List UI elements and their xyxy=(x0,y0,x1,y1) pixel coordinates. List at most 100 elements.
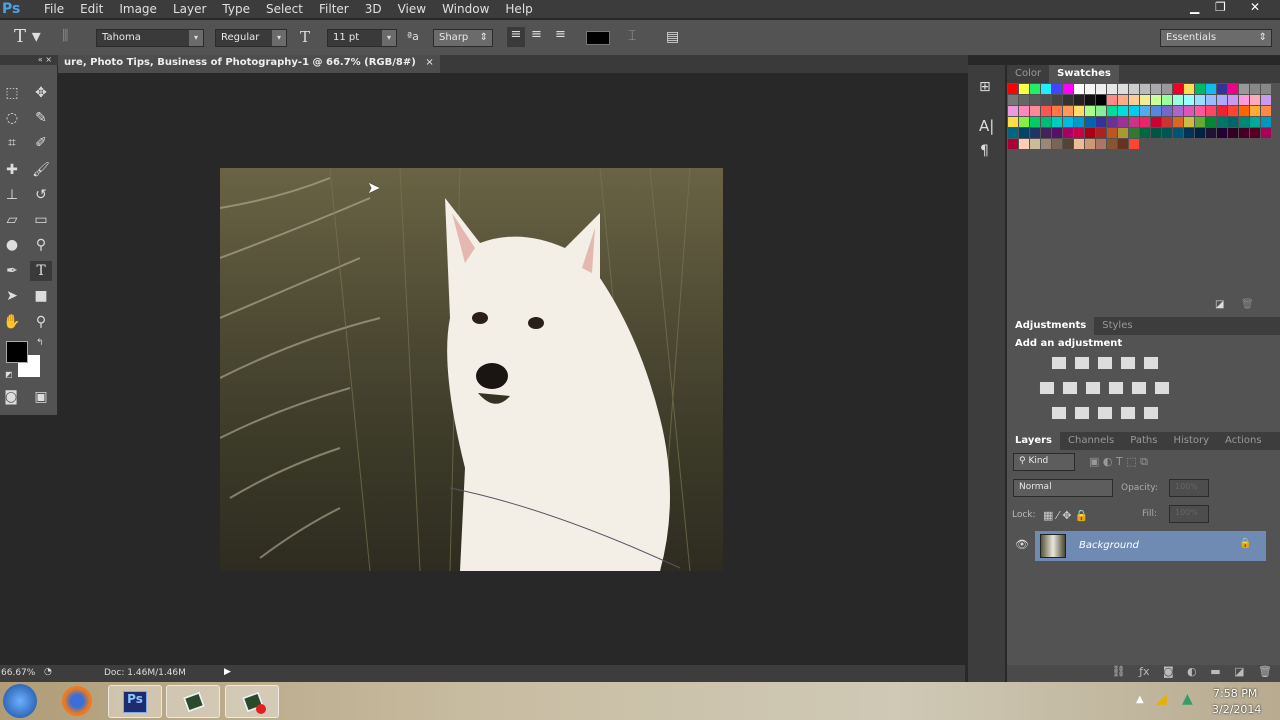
swatch[interactable] xyxy=(1041,128,1051,138)
restore-icon[interactable]: ❐ xyxy=(1215,0,1226,14)
swatch[interactable] xyxy=(1217,117,1227,127)
menu-window[interactable]: Window xyxy=(434,2,497,16)
swatch[interactable] xyxy=(1052,95,1062,105)
swap-colors-icon[interactable]: ↰ xyxy=(36,338,44,348)
hand-tool-icon[interactable]: ✋ xyxy=(1,312,23,332)
swatch[interactable] xyxy=(1030,95,1040,105)
new-swatch-icon[interactable]: ◪ xyxy=(1215,299,1224,310)
swatch[interactable] xyxy=(1250,84,1260,94)
drive-icon[interactable]: ▲ xyxy=(1182,691,1193,707)
align-left-button[interactable]: ≡ xyxy=(507,27,525,47)
swatch[interactable] xyxy=(1206,95,1216,105)
swatch[interactable] xyxy=(1008,106,1018,116)
swatch[interactable] xyxy=(1217,95,1227,105)
swatch[interactable] xyxy=(1261,106,1271,116)
adjustment-icon[interactable] xyxy=(1108,381,1124,395)
swatch[interactable] xyxy=(1217,128,1227,138)
swatch[interactable] xyxy=(1195,128,1205,138)
swatch[interactable] xyxy=(1118,84,1128,94)
clock-time[interactable]: 7:58 PM xyxy=(1213,687,1257,700)
swatch[interactable] xyxy=(1151,84,1161,94)
swatch[interactable] xyxy=(1206,117,1216,127)
text-orientation-icon[interactable]: ⫼ xyxy=(62,28,68,44)
swatch[interactable] xyxy=(1261,128,1271,138)
menu-view[interactable]: View xyxy=(390,2,434,16)
swatches-grid[interactable] xyxy=(1008,84,1271,149)
swatch[interactable] xyxy=(1140,117,1150,127)
layer-row[interactable]: 👁 Background 🔒 xyxy=(1007,531,1280,561)
history-panel-icon[interactable]: ⊞ xyxy=(979,79,991,95)
visibility-eye-icon[interactable]: 👁 xyxy=(1015,538,1029,551)
swatch[interactable] xyxy=(1195,95,1205,105)
swatch[interactable] xyxy=(1250,106,1260,116)
swatch[interactable] xyxy=(1019,106,1029,116)
swatch[interactable] xyxy=(1206,84,1216,94)
document-image[interactable] xyxy=(220,168,723,571)
swatch[interactable] xyxy=(1008,139,1018,149)
swatch[interactable] xyxy=(1261,117,1271,127)
align-center-button[interactable]: ≡ xyxy=(531,27,542,42)
swatch[interactable] xyxy=(1217,84,1227,94)
tab-color[interactable]: Color xyxy=(1007,65,1049,83)
swatch[interactable] xyxy=(1096,106,1106,116)
swatch[interactable] xyxy=(1030,84,1040,94)
swatch[interactable] xyxy=(1184,95,1194,105)
menu-edit[interactable]: Edit xyxy=(72,2,111,16)
swatch[interactable] xyxy=(1019,95,1029,105)
swatch[interactable] xyxy=(1041,95,1051,105)
font-family-select[interactable]: Tahoma ▾ xyxy=(96,29,204,47)
show-hidden-icons[interactable]: ▲ xyxy=(1136,694,1144,705)
swatch[interactable] xyxy=(1118,106,1128,116)
swatch[interactable] xyxy=(1261,84,1271,94)
swatch[interactable] xyxy=(1107,95,1117,105)
swatch[interactable] xyxy=(1195,117,1205,127)
swatch[interactable] xyxy=(1129,139,1139,149)
swatch[interactable] xyxy=(1096,95,1106,105)
adjustment-icon[interactable] xyxy=(1085,381,1101,395)
layer-filter-select[interactable]: ⚲ Kind xyxy=(1013,453,1075,471)
swatch[interactable] xyxy=(1228,106,1238,116)
adjustment-icon[interactable] xyxy=(1120,356,1136,370)
swatch[interactable] xyxy=(1074,117,1084,127)
swatch[interactable] xyxy=(1118,95,1128,105)
swatch[interactable] xyxy=(1239,84,1249,94)
swatch[interactable] xyxy=(1228,84,1238,94)
swatch[interactable] xyxy=(1184,117,1194,127)
swatch[interactable] xyxy=(1063,139,1073,149)
adjustment-icon[interactable] xyxy=(1051,406,1067,420)
taskbar-app-3[interactable] xyxy=(225,685,279,718)
text-color-swatch[interactable] xyxy=(586,31,610,45)
tab-layers[interactable]: Layers xyxy=(1007,432,1060,450)
firefox-icon[interactable] xyxy=(62,686,92,716)
swatch[interactable] xyxy=(1151,106,1161,116)
warp-text-icon[interactable]: ⌶ xyxy=(628,28,636,44)
swatch[interactable] xyxy=(1052,84,1062,94)
character-panel-icon[interactable]: ▤ xyxy=(666,29,679,45)
swatch[interactable] xyxy=(1052,106,1062,116)
swatch[interactable] xyxy=(1195,84,1205,94)
type-tool-preset-icon[interactable]: T ▾ xyxy=(14,26,41,47)
quick-mask-icon[interactable]: ◙ xyxy=(0,387,22,407)
gradient-tool-icon[interactable]: ▭ xyxy=(30,210,52,230)
swatch[interactable] xyxy=(1107,139,1117,149)
lock-icons[interactable]: ▦ ⁄ ✥ 🔒 xyxy=(1043,509,1089,522)
swatch[interactable] xyxy=(1063,95,1073,105)
swatch[interactable] xyxy=(1239,128,1249,138)
swatch[interactable] xyxy=(1140,95,1150,105)
tab-swatches[interactable]: Swatches xyxy=(1049,65,1119,83)
swatch[interactable] xyxy=(1019,128,1029,138)
healing-brush-tool-icon[interactable]: ✚ xyxy=(1,160,23,180)
swatch[interactable] xyxy=(1030,128,1040,138)
swatch[interactable] xyxy=(1085,139,1095,149)
swatch[interactable] xyxy=(1261,95,1271,105)
adjustment-icon[interactable] xyxy=(1097,406,1113,420)
close-icon[interactable]: ✕ xyxy=(1250,0,1260,14)
swatch[interactable] xyxy=(1085,84,1095,94)
layer-name[interactable]: Background xyxy=(1079,540,1139,551)
swatch[interactable] xyxy=(1085,128,1095,138)
document-tab[interactable]: ure, Photo Tips, Business of Photography… xyxy=(58,55,440,73)
swatch[interactable] xyxy=(1129,128,1139,138)
marquee-tool-icon[interactable]: ⬚ xyxy=(1,83,23,103)
swatch[interactable] xyxy=(1239,95,1249,105)
crop-tool-icon[interactable]: ⌗ xyxy=(1,133,23,153)
